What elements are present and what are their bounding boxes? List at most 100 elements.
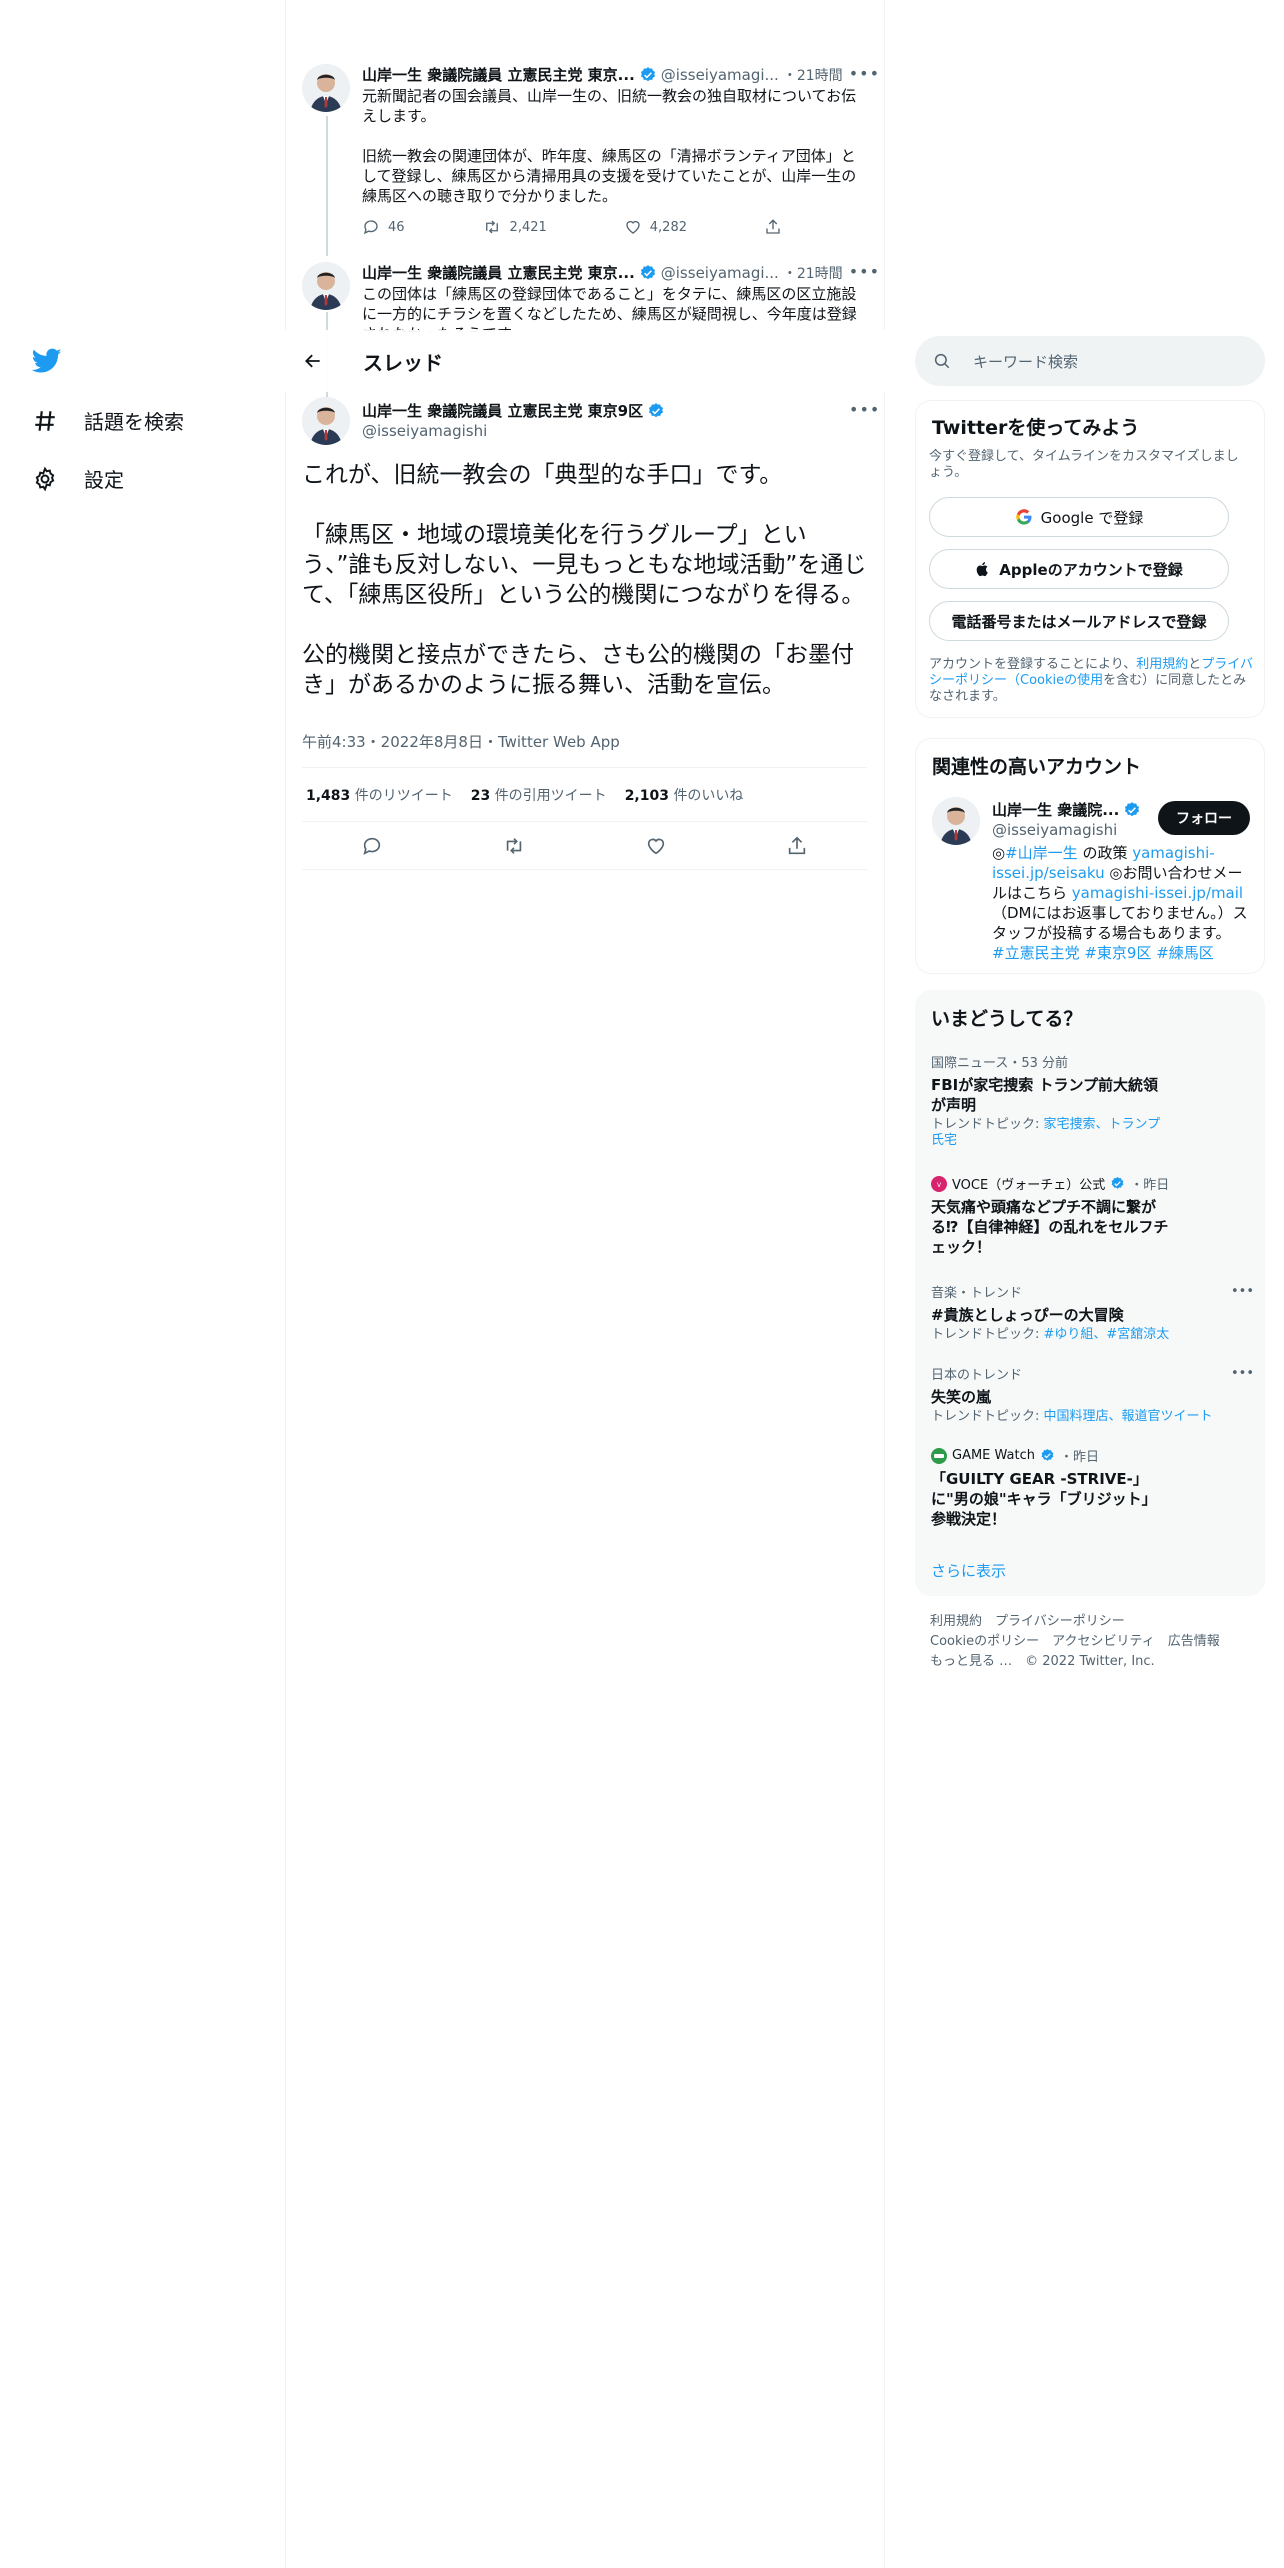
trend-item[interactable]: 国際ニュース・53 分前 FBIが家宅捜索 トランプ前大統領が声明 トレンドトピ…	[931, 1052, 1231, 1149]
trends-panel: いまどうしてる？ 国際ニュース・53 分前 FBIが家宅捜索 トランプ前大統領が…	[915, 990, 1265, 1596]
retweet-icon	[482, 218, 502, 236]
search-input[interactable]: キーワード検索	[915, 336, 1265, 386]
related-title: 関連性の高いアカウント	[932, 756, 1142, 778]
back-arrow-icon[interactable]	[303, 351, 323, 371]
tweet-author-name[interactable]: 山岸一生 衆議院議員 立憲民主党 東京...	[362, 262, 635, 283]
related-account-name-row[interactable]: 山岸一生 衆議院...	[992, 799, 1141, 820]
trend-context: V VOCE（ヴォーチェ）公式 ・昨日	[931, 1174, 1231, 1193]
phone-email-signup-button[interactable]: 電話番号またはメールアドレスで登録	[929, 601, 1229, 641]
likes-stat[interactable]: 2,103 件のいいね	[625, 785, 744, 805]
trend-title: 天気痛や頭痛などプチ不調に繋がる⁉【自律神経】の乱れをセルフチェック！	[931, 1198, 1169, 1256]
share-button[interactable]	[764, 218, 782, 236]
trend-source-time: ・昨日	[1130, 1178, 1170, 1193]
tweet-author-handle[interactable]: @isseiyamagi...	[661, 264, 779, 282]
trend-sub-label: トレンドトピック:	[931, 1327, 1044, 1342]
game-watch-logo-icon	[931, 1447, 947, 1464]
tweet-timestamp[interactable]: ・21時間	[783, 263, 843, 283]
more-options-icon[interactable]: •••	[849, 400, 880, 419]
tweet-timestamp[interactable]: ・21時間	[783, 65, 843, 85]
trend-item[interactable]: V VOCE（ヴォーチェ）公式 ・昨日 天気痛や頭痛などプチ不調に繋がる⁉【自律…	[931, 1174, 1231, 1257]
retweets-stat-count: 1,483	[306, 787, 351, 804]
follow-button[interactable]: フォロー	[1158, 801, 1250, 835]
likes-stat-count: 2,103	[624, 787, 669, 804]
main-tweet-author[interactable]: 山岸一生 衆議院議員 立憲民主党 東京9区	[362, 400, 665, 421]
trend-item[interactable]: 日本のトレンド 失笑の嵐 トレンドトピック: 中国料理店、報道官ツイート	[931, 1364, 1231, 1425]
trend-context: 国際ニュース・53 分前	[931, 1056, 1069, 1071]
nav-explore[interactable]: 話題を検索	[32, 406, 184, 435]
bio-text: （DMにはお返事しておりません。）スタッフが投稿する場合もあります。	[992, 904, 1248, 942]
avatar[interactable]	[932, 797, 980, 845]
heart-icon[interactable]	[645, 835, 667, 857]
related-account-handle[interactable]: @isseiyamagishi	[992, 821, 1117, 839]
reply-icon[interactable]	[361, 835, 383, 857]
main-tweet-author-handle[interactable]: @isseiyamagishi	[362, 422, 487, 440]
more-options-icon[interactable]: •••	[849, 262, 880, 281]
trend-item[interactable]: GAME Watch ・昨日 「GUILTY GEAR -STRIVE-」に"男…	[931, 1446, 1231, 1529]
signup-terms: アカウントを登録することにより、利用規約とプライバシーポリシー（Cookieの使…	[929, 657, 1254, 705]
reply-button[interactable]: 46	[362, 218, 405, 236]
signup-desc: 今すぐ登録して、タイムラインをカスタマイズしましょう。	[929, 449, 1239, 480]
verified-badge-icon	[639, 66, 657, 84]
tweet-item[interactable]: 山岸一生 衆議院議員 立憲民主党 東京... @isseiyamagi... ・…	[300, 64, 880, 254]
main-tweet-paragraph: これが、旧統一教会の「典型的な手口」です。	[302, 462, 783, 488]
thread-header: スレッド	[285, 330, 885, 392]
trend-title: FBIが家宅捜索 トランプ前大統領が声明	[931, 1076, 1159, 1114]
related-accounts-panel: 関連性の高いアカウント 山岸一生 衆議院... @isseiyamagishi …	[915, 738, 1265, 974]
apple-signup-button[interactable]: Appleのアカウントで登録	[929, 549, 1229, 589]
signup-panel: Twitterを使ってみよう 今すぐ登録して、タイムラインをカスタマイズしましょ…	[915, 400, 1265, 718]
bio-link[interactable]: yamagishi-issei.jp/mail	[1072, 884, 1243, 902]
bio-hashtags[interactable]: #立憲民主党 #東京9区 #練馬区	[992, 943, 1256, 963]
tweet-item[interactable]: 山岸一生 衆議院議員 立憲民主党 東京... @isseiyamagi... ・…	[300, 262, 880, 332]
trend-sub-links[interactable]: #ゆり組、#宮舘涼太	[1044, 1327, 1170, 1342]
tweet-author-handle[interactable]: @isseiyamagi...	[661, 66, 779, 84]
trend-subtitle: トレンドトピック: #ゆり組、#宮舘涼太	[931, 1327, 1231, 1343]
more-options-icon[interactable]: •••	[1231, 1366, 1254, 1381]
retweets-stat[interactable]: 1,483 件のリツイート	[306, 785, 453, 805]
footer-line[interactable]: 利用規約 プライバシーポリシー	[930, 1612, 1220, 1632]
quotes-stat[interactable]: 23 件の引用ツイート	[471, 785, 607, 805]
show-more-link[interactable]: さらに表示	[931, 1560, 1006, 1581]
nav-explore-label: 話題を検索	[84, 410, 184, 434]
signup-title: Twitterを使ってみよう	[932, 417, 1140, 439]
footer-line[interactable]: Cookieのポリシー アクセシビリティ 広告情報	[930, 1632, 1220, 1652]
avatar[interactable]	[302, 64, 350, 112]
search-icon	[933, 352, 951, 370]
footer-line[interactable]: もっと見る … © 2022 Twitter, Inc.	[930, 1652, 1220, 1672]
more-options-icon[interactable]: •••	[849, 64, 880, 83]
trend-sub-links[interactable]: 中国料理店、報道官ツイート	[1044, 1409, 1213, 1424]
bio-text: ◎	[992, 844, 1006, 862]
verified-badge-icon	[1110, 1176, 1125, 1191]
like-count: 4,282	[649, 219, 687, 235]
signup-terms-text: アカウントを登録することにより、	[929, 657, 1137, 672]
avatar[interactable]	[302, 397, 350, 445]
main-tweet-meta[interactable]: 午前4:33・2022年8月8日・Twitter Web App	[302, 731, 620, 752]
verified-badge-icon	[647, 402, 665, 420]
main-tweet-paragraph: 公的機関と接点ができたら、さも公的機関の「お墨付き」があるかのように振る舞い、活…	[302, 642, 854, 698]
twitter-logo-icon[interactable]	[32, 348, 62, 374]
nav-settings-label: 設定	[84, 468, 124, 492]
terms-link[interactable]: 利用規約	[1136, 657, 1188, 672]
share-icon[interactable]	[786, 835, 808, 857]
nav-settings[interactable]: 設定	[32, 464, 124, 493]
tweet-text: この団体は「練馬区の登録団体であること」をタテに、練馬区の区立施設に一方的にチラ…	[362, 285, 857, 332]
share-icon	[764, 218, 782, 236]
tweet-author-name[interactable]: 山岸一生 衆議院議員 立憲民主党 東京...	[362, 64, 635, 85]
trend-subtitle: トレンドトピック: 中国料理店、報道官ツイート	[931, 1409, 1231, 1425]
like-button[interactable]: 4,282	[624, 218, 687, 236]
verified-badge-icon	[639, 264, 657, 282]
retweet-icon[interactable]	[502, 835, 526, 857]
avatar[interactable]	[302, 262, 350, 310]
trend-item[interactable]: 音楽・トレンド #貴族としょっぴーの大冒険 トレンドトピック: #ゆり組、#宮舘…	[931, 1282, 1231, 1343]
google-signup-button[interactable]: Google で登録	[929, 497, 1229, 537]
bio-hashtag[interactable]: #山岸一生	[1005, 844, 1078, 862]
more-options-icon[interactable]: •••	[1231, 1284, 1254, 1299]
related-account-bio: ◎#山岸一生 の政策 yamagishi-issei.jp/seisaku ◎お…	[992, 843, 1256, 963]
trends-title: いまどうしてる？	[931, 1008, 1083, 1030]
tweet-stats: 1,483 件のリツイート 23 件の引用ツイート 2,103 件のいいね	[302, 767, 867, 822]
trend-context: 日本のトレンド	[931, 1368, 1023, 1383]
main-tweet-text: これが、旧統一教会の「典型的な手口」です。 「練馬区・地域の環境美化を行うグルー…	[302, 460, 872, 730]
retweet-button[interactable]: 2,421	[482, 218, 547, 236]
trend-context: 音楽・トレンド	[931, 1286, 1023, 1301]
quotes-stat-count: 23	[470, 787, 491, 804]
apple-icon	[975, 560, 991, 578]
